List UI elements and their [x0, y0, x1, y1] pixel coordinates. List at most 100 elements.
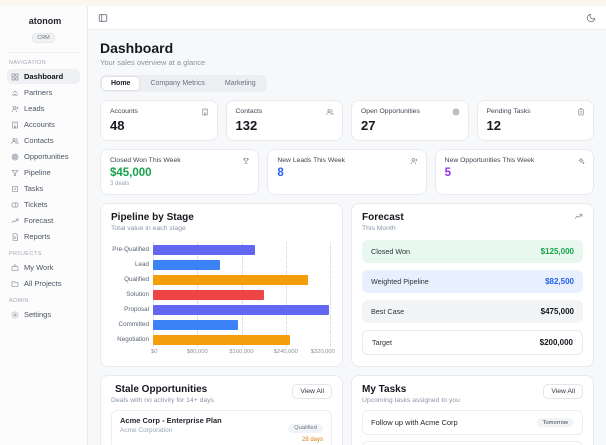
topbar	[88, 6, 606, 30]
axis-tick-label: $240,000	[273, 349, 298, 355]
forecast-row-label: Closed Won	[371, 247, 411, 256]
gridline	[285, 287, 287, 302]
forecast-row-target: Target $200,000	[362, 330, 583, 355]
sidebar-toggle-icon[interactable]	[98, 13, 108, 23]
sidebar-item-settings[interactable]: Settings	[7, 307, 80, 322]
sparkles-icon	[577, 157, 585, 165]
axis-tick-label: $160,000	[229, 349, 254, 355]
page-title: Dashboard	[100, 40, 174, 56]
task-row[interactable]: Prepare proposal for TechFlowToday	[362, 441, 583, 445]
sidebar-item-dashboard[interactable]: Dashboard	[7, 69, 80, 84]
stat-label: Contacts	[235, 108, 263, 115]
stale-opportunity-row[interactable]: Acme Corp - Enterprise Plan Acme Corporat…	[111, 410, 332, 445]
tasks-title: My Tasks	[362, 384, 407, 395]
gridline	[330, 287, 331, 302]
chart-plot	[153, 287, 331, 302]
stat-card-contacts: Contacts 132	[225, 100, 343, 141]
stat-value: 27	[361, 118, 376, 133]
task-row[interactable]: Follow up with Acme Corp Tomorrow	[362, 410, 583, 435]
tickets-icon	[11, 201, 19, 209]
stat-label: Pending Tasks	[486, 108, 531, 115]
sidebar-item-my-work[interactable]: My Work	[7, 260, 80, 275]
tasks-view-all-button[interactable]: View All	[543, 384, 583, 399]
axis-tick-label: $0	[151, 349, 158, 355]
user-plus-icon	[410, 157, 418, 165]
sidebar-item-partners[interactable]: Partners	[7, 85, 80, 100]
chart-plot	[153, 272, 331, 287]
my-tasks-card: My Tasks Upcoming tasks assigned to you …	[351, 375, 594, 445]
sidebar-item-label: Tasks	[24, 184, 44, 193]
week-value: $45,000	[110, 167, 152, 179]
opportunity-company: Acme Corporation	[120, 427, 173, 434]
chart-plot	[153, 242, 331, 257]
briefcase-icon	[11, 264, 19, 272]
task-due-badge: Tomorrow	[536, 418, 574, 427]
week-label: New Leads This Week	[277, 157, 346, 164]
chart-bar-solution	[153, 289, 264, 300]
nav-section-label: Admin	[9, 298, 29, 304]
chart-category-label: Qualified	[124, 276, 149, 283]
chart-category-label: Lead	[134, 261, 149, 268]
stat-card-accounts: Accounts 48	[100, 100, 218, 141]
week-label: New Opportunities This Week	[444, 157, 535, 164]
forecast-row-value: $82,500	[545, 277, 574, 286]
trending-up-icon	[574, 212, 583, 221]
stale-subtitle: Deals with no activity for 14+ days	[111, 397, 214, 404]
tasks-subtitle: Upcoming tasks assigned to you	[362, 397, 460, 404]
chart-bar-qualified	[153, 274, 308, 285]
users-icon	[326, 108, 334, 116]
app-root: atonom CRM Navigation Dashboard Partners Le…	[0, 0, 606, 445]
settings-icon	[11, 310, 19, 319]
pipeline-chart-title: Pipeline by Stage	[111, 212, 194, 223]
chart-row: Negotiation	[109, 332, 331, 347]
chart-plot	[153, 302, 331, 317]
axis-tick-label: $80,000	[186, 349, 208, 355]
gridline	[285, 317, 287, 332]
tab-company-metrics[interactable]: Company Metrics	[141, 77, 213, 90]
stat-card-open-opportunities: Open Opportunities 27	[351, 100, 469, 141]
forecast-row-label: Target	[372, 338, 392, 347]
opportunities-icon	[11, 153, 19, 161]
chart-category-label: Pre-Qualified	[112, 246, 149, 253]
forecast-row-value: $200,000	[539, 338, 573, 347]
sidebar-item-tickets[interactable]: Tickets	[7, 197, 80, 212]
trophy-icon	[242, 157, 250, 165]
sidebar-item-forecast[interactable]: Forecast	[7, 213, 80, 228]
sidebar-item-leads[interactable]: Leads	[7, 101, 80, 116]
sidebar-item-contacts[interactable]: Contacts	[7, 133, 80, 148]
gridline	[330, 242, 331, 257]
week-sub: 3 deals	[110, 181, 130, 187]
forecast-row-best-case: Best Case $475,000	[362, 300, 583, 323]
sidebar-item-tasks[interactable]: Tasks	[7, 181, 80, 196]
tab-home[interactable]: Home	[102, 77, 140, 90]
gridline	[330, 332, 331, 347]
sidebar-item-all-projects[interactable]: All Projects	[7, 276, 80, 291]
sidebar-item-opportunities[interactable]: Opportunities	[7, 149, 80, 164]
sidebar-item-label: Pipeline	[24, 168, 51, 177]
sidebar-item-pipeline[interactable]: Pipeline	[7, 165, 80, 180]
chart-plot	[153, 317, 331, 332]
nav-section-label: Navigation	[9, 60, 47, 66]
stale-view-all-button[interactable]: View All	[292, 384, 332, 399]
target-icon	[452, 108, 460, 116]
sidebar-item-label: Reports	[24, 232, 51, 241]
tab-marketing[interactable]: Marketing	[216, 77, 265, 90]
chart-row: Proposal	[109, 302, 331, 317]
stat-label: Open Opportunities	[361, 108, 420, 115]
stat-card-pending-tasks: Pending Tasks 12	[476, 100, 594, 141]
sidebar-item-accounts[interactable]: Accounts	[7, 117, 80, 132]
chart-bar-lead	[153, 259, 221, 270]
chart-bar-pre-qualified	[153, 244, 256, 255]
forecast-card: Forecast This Month Closed Won $125,000 We…	[351, 203, 594, 367]
logo: atonom CRM	[7, 12, 80, 53]
dashboard-content: Dashboard Your sales overview at a glanc…	[88, 30, 606, 445]
sidebar-item-reports[interactable]: Reports	[7, 229, 80, 244]
forecast-title: Forecast	[362, 212, 404, 223]
chart-bar-negotiation	[153, 334, 290, 345]
chart-category-label: Proposal	[124, 306, 149, 313]
folder-icon	[11, 280, 19, 288]
theme-toggle-icon[interactable]	[586, 13, 596, 23]
chart-bar-committed	[153, 319, 238, 330]
forecast-icon	[11, 217, 19, 225]
chart-category-label: Committed	[118, 321, 149, 328]
